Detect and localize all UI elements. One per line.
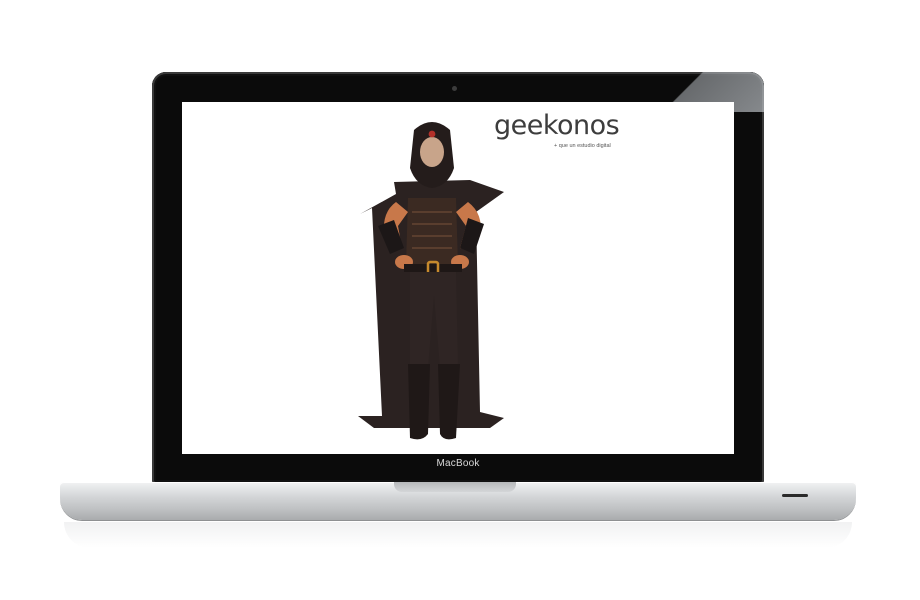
left-boot [408, 364, 430, 440]
character-figure [358, 122, 504, 440]
device-label: MacBook [436, 458, 480, 469]
face-shape [420, 137, 444, 167]
head-jewel-icon [428, 130, 436, 138]
laptop-base [60, 482, 856, 520]
laptop-mockup: geekonos + que un estudio digital MacBoo… [0, 0, 920, 600]
brand-logo: geekonos [494, 110, 620, 141]
surface-reflection [64, 522, 852, 548]
brand-tagline: + que un estudio digital [554, 143, 611, 149]
laptop-lid: geekonos + que un estudio digital MacBoo… [152, 72, 764, 484]
right-boot [438, 364, 460, 440]
lid-opening-notch [394, 482, 516, 492]
torso-shape [406, 198, 458, 266]
laptop-screen: geekonos + que un estudio digital [182, 102, 734, 454]
sleep-indicator-icon [782, 494, 808, 497]
brand-lockup: geekonos + que un estudio digital [494, 110, 620, 154]
camera-icon [452, 86, 457, 91]
